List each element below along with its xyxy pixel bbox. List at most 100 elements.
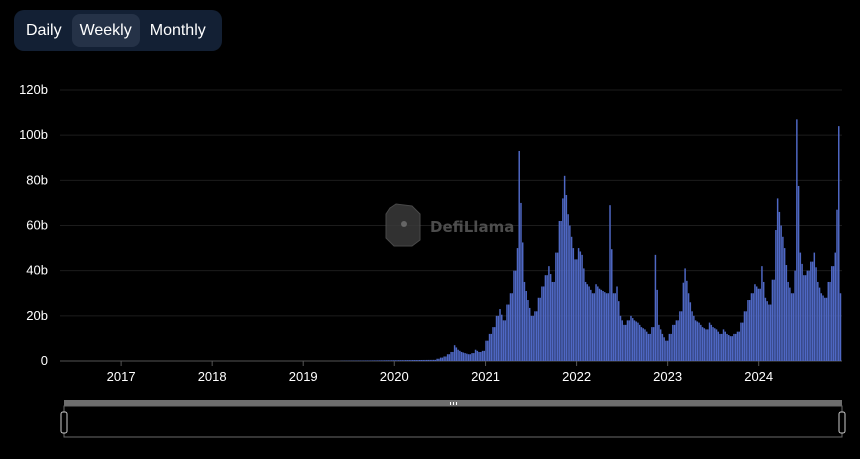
bar [502, 320, 505, 361]
bar [631, 318, 634, 361]
bar [410, 360, 412, 361]
bar [425, 359, 428, 361]
bar [755, 286, 758, 361]
bar [769, 304, 772, 361]
bar [579, 251, 582, 361]
bar [541, 286, 543, 361]
bar [562, 198, 564, 361]
bar [401, 360, 403, 361]
bar [783, 248, 786, 361]
bar [818, 287, 821, 361]
bar [745, 311, 747, 361]
bar [439, 357, 442, 361]
bar [464, 353, 466, 361]
bar [604, 292, 606, 361]
bar [728, 335, 730, 361]
bar [645, 331, 648, 361]
bar [680, 311, 683, 361]
bar [714, 328, 716, 361]
bar [446, 354, 449, 361]
y-tick-label: 0 [41, 353, 48, 368]
bar [525, 290, 527, 361]
bar [757, 288, 760, 361]
bar [731, 336, 733, 361]
bar [593, 293, 596, 361]
bar [804, 275, 807, 361]
bar [391, 360, 393, 361]
bar [738, 331, 740, 361]
bar [422, 359, 424, 361]
bar [825, 297, 828, 361]
bar [495, 315, 498, 361]
bar [832, 266, 835, 361]
bar [382, 360, 384, 361]
bar [691, 311, 693, 361]
bar [530, 315, 533, 361]
bar [600, 289, 603, 361]
bar [652, 327, 655, 361]
slider-left-handle[interactable] [60, 411, 68, 434]
bar [836, 209, 838, 361]
bar [679, 311, 681, 361]
bar [457, 349, 459, 361]
bar [673, 324, 676, 361]
bar [741, 322, 744, 361]
bar [729, 336, 732, 361]
x-tick-label: 2021 [471, 369, 500, 384]
x-tick-label: 2019 [289, 369, 318, 384]
bar [384, 360, 386, 361]
bar [797, 185, 800, 361]
bar [621, 320, 623, 361]
bar [441, 357, 444, 361]
bar [618, 301, 620, 361]
bar [548, 266, 550, 361]
bar [764, 297, 767, 361]
bar [803, 275, 805, 361]
bar [811, 261, 814, 361]
bar [417, 360, 419, 361]
y-tick-label: 60b [26, 218, 48, 233]
bar [563, 175, 566, 361]
bar [467, 354, 470, 361]
bar [523, 281, 526, 361]
bar [689, 302, 692, 361]
bar [700, 324, 702, 361]
bar [810, 261, 812, 361]
bar [721, 333, 723, 361]
bar [420, 359, 423, 361]
bar [780, 225, 782, 361]
y-tick-label: 100b [19, 127, 48, 142]
slider-right-handle[interactable] [838, 411, 846, 434]
bar [551, 281, 554, 361]
bar [822, 295, 824, 361]
bar [808, 270, 810, 361]
bar [661, 333, 664, 361]
bar [471, 353, 473, 361]
bar [436, 358, 438, 361]
bar [785, 265, 788, 361]
bar [598, 288, 601, 361]
bar [373, 360, 376, 361]
zoom-slider[interactable] [60, 400, 846, 438]
bar [827, 281, 830, 361]
bar [418, 360, 421, 361]
bar [438, 358, 440, 361]
bar [569, 225, 571, 361]
bar [516, 248, 519, 361]
bar [633, 320, 636, 361]
bar [766, 301, 768, 361]
bar [801, 263, 803, 361]
bar [675, 320, 678, 361]
bar [794, 270, 796, 361]
x-tick-label: 2022 [562, 369, 591, 384]
bar [647, 333, 650, 361]
bar [546, 275, 548, 361]
bar [624, 324, 627, 361]
bar [722, 329, 725, 361]
slider-window[interactable] [63, 405, 843, 438]
x-tick-label: 2024 [744, 369, 773, 384]
bar [370, 360, 372, 361]
bar [411, 360, 414, 361]
bar [508, 304, 510, 361]
bar [607, 293, 610, 361]
